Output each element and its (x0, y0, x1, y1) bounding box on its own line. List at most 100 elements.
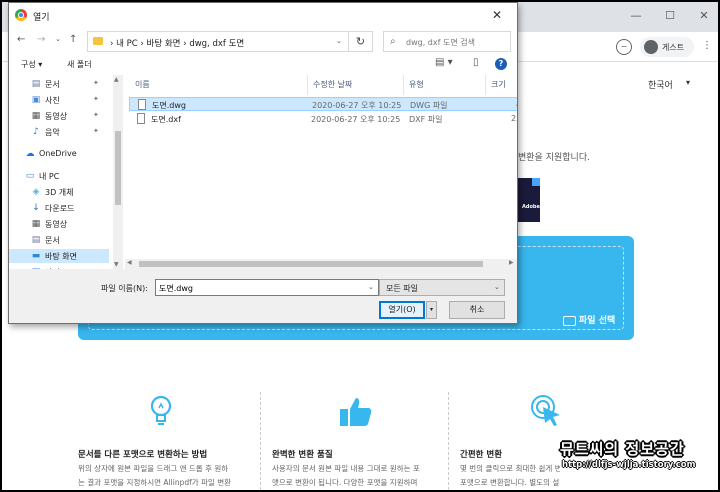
3d-objects-icon: ◈ (32, 187, 40, 197)
sidebar-item-onedrive[interactable]: ☁ OneDrive (9, 147, 109, 161)
ad-close-icon[interactable] (532, 178, 540, 186)
zoom-icon[interactable]: − (616, 39, 632, 55)
filetype-value: 모든 파일 (386, 284, 418, 293)
feature-text: 사용자의 문서 원본 파일 내용 그대로 원하는 포 (272, 464, 420, 473)
dialog-close-button[interactable]: ✕ (489, 7, 505, 23)
chevron-down-icon[interactable]: ⌄ (368, 283, 374, 291)
preview-pane-button[interactable]: ▯ (473, 57, 479, 68)
address-dropdown-icon[interactable]: ⌄ (336, 37, 342, 45)
ad-banner[interactable]: Adobe (518, 178, 540, 222)
sidebar-item-pictures[interactable]: ▣ 사진 ✦ (9, 93, 109, 107)
cancel-button[interactable]: 취소 (449, 301, 505, 319)
sidebar-item-documents[interactable]: ▤ 문서 ✦ (9, 77, 109, 91)
breadcrumb-sep: › (183, 39, 187, 49)
pin-icon: ✦ (93, 127, 99, 135)
open-options-button[interactable]: ▾ (426, 301, 437, 319)
document-icon: ▤ (31, 235, 41, 245)
column-header-name[interactable]: 이름 (135, 79, 150, 90)
search-input[interactable] (406, 35, 506, 49)
folder-icon (563, 315, 576, 326)
filename-input[interactable] (159, 282, 359, 294)
close-button[interactable]: ✕ (696, 8, 712, 24)
sidebar-item-videos[interactable]: ▦ 동영상 (9, 217, 109, 231)
watermark-title: 뮤트씨의 정보공간 (560, 440, 685, 458)
file-row[interactable]: 도면.dwg 2020-06-27 오후 10:25 DWG 파일 47 (129, 97, 517, 111)
pin-icon: ✦ (93, 95, 99, 103)
sidebar-item-label: 바탕 화면 (45, 252, 77, 261)
file-icon (138, 99, 146, 110)
video-icon: ▦ (31, 219, 41, 229)
avatar (644, 40, 658, 54)
scroll-left-icon[interactable]: ◀ (127, 259, 132, 266)
back-button[interactable]: ← (17, 34, 25, 45)
column-divider[interactable] (307, 75, 308, 95)
sidebar-item-desktop[interactable]: ▬ 바탕 화면 (9, 249, 109, 263)
file-row[interactable]: 도면.dxf 2020-06-27 오후 10:25 DXF 파일 231 (129, 112, 517, 126)
scroll-down-icon[interactable]: ▼ (114, 261, 119, 268)
column-header-date[interactable]: 수정한 날짜 (313, 79, 352, 90)
file-icon (137, 113, 145, 124)
sidebar-item-label: 음악 (45, 128, 60, 137)
navigation-pane[interactable]: ▤ 문서 ✦ ▣ 사진 ✦ ▦ 동영상 ✦ ♪ 음악 ✦ ☁ OneDrive … (9, 75, 113, 269)
breadcrumb-item[interactable]: 바탕 화면 (147, 39, 181, 49)
filename-combobox[interactable]: ⌄ (155, 279, 379, 296)
scroll-thumb[interactable] (115, 131, 121, 205)
feature-text: 포맷으로 변환합니다. 별도의 설정이 필요 없이 (460, 478, 560, 487)
search-box[interactable]: ⌕ (383, 31, 511, 52)
file-select-button[interactable]: 파일 선택 (563, 313, 615, 326)
sidebar-item-label: 동영상 (45, 220, 68, 229)
open-file-dialog: 열기 ✕ ← → ⌄ ↑ › 내 PC › 바탕 화면 › dwg, dxf 도… (8, 2, 518, 324)
column-header-size[interactable]: 크기 (491, 79, 506, 90)
sidebar-item-label: 3D 개체 (45, 188, 74, 197)
address-bar[interactable]: › 내 PC › 바탕 화면 › dwg, dxf 도면 ⌄ (87, 31, 349, 52)
scroll-right-icon[interactable]: ▶ (509, 259, 514, 266)
pc-icon: ▭ (25, 171, 35, 181)
list-horizontal-scrollbar[interactable]: ◀ ▶ (125, 259, 517, 269)
refresh-button[interactable]: ↻ (349, 31, 373, 52)
sidebar-item-documents[interactable]: ▤ 문서 (9, 233, 109, 247)
column-header-type[interactable]: 유형 (409, 79, 424, 90)
file-size: 231 (511, 114, 517, 123)
file-list[interactable]: ^ 이름 수정한 날짜 유형 크기 도면.dwg 2020-06-27 오후 1… (125, 75, 517, 269)
chevron-down-icon: ▾ (686, 78, 691, 87)
view-options-button[interactable]: ▤ ▾ (435, 57, 453, 68)
open-button[interactable]: 열기(O) (379, 301, 425, 319)
dialog-title: 열기 (33, 13, 50, 23)
sidebar-item-videos[interactable]: ▦ 동영상 ✦ (9, 109, 109, 123)
onedrive-icon: ☁ (25, 149, 35, 159)
breadcrumb-item[interactable]: 내 PC (116, 39, 138, 49)
maximize-button[interactable]: ☐ (662, 8, 678, 24)
pin-icon: ✦ (93, 111, 99, 119)
scroll-thumb[interactable] (139, 261, 483, 267)
recent-dropdown[interactable]: ⌄ (55, 35, 61, 43)
thumbs-up-icon (340, 398, 372, 426)
menu-icon[interactable]: ⋮ (702, 40, 712, 51)
nav-scrollbar[interactable]: ▲ ▼ (113, 75, 123, 269)
forward-button[interactable]: → (37, 34, 45, 45)
language-selector[interactable]: 한국어 (648, 78, 673, 91)
sidebar-item-music[interactable]: ♪ 음악 ✦ (9, 125, 109, 139)
new-folder-button[interactable]: 새 폴더 (67, 59, 92, 70)
help-icon[interactable]: ? (495, 58, 507, 70)
guest-profile-button[interactable]: 게스트 (640, 37, 694, 57)
sidebar-item-3d-objects[interactable]: ◈ 3D 개체 (9, 185, 109, 199)
organize-button[interactable]: 구성 ▾ (21, 59, 42, 70)
column-divider[interactable] (403, 75, 404, 95)
sidebar-item-this-pc[interactable]: ▭ 내 PC (9, 169, 109, 183)
lightbulb-icon (150, 395, 172, 425)
scroll-up-icon[interactable]: ▲ (114, 76, 119, 83)
file-select-label: 파일 선택 (579, 316, 616, 326)
filename-label: 파일 이름(N): (101, 284, 148, 293)
dialog-footer: 파일 이름(N): ⌄ 모든 파일 ⌄ 열기(O) ▾ 취소 (9, 269, 517, 323)
breadcrumb-item[interactable]: dwg, dxf 도면 (189, 39, 244, 49)
watermark-url: http://dlfjs-wjlja.tistory.com (562, 460, 696, 470)
filetype-select[interactable]: 모든 파일 ⌄ (379, 279, 505, 296)
minimize-button[interactable]: — (628, 8, 644, 24)
feature-text: 몇 번의 클릭으로 최대한 쉽게 변환할 수 있습니다. (460, 464, 560, 473)
sidebar-item-downloads[interactable]: ↓ 다운로드 (9, 201, 109, 215)
chevron-down-icon: ⌄ (494, 283, 500, 291)
ad-label: Adobe (522, 204, 540, 210)
dialog-titlebar: 열기 ✕ (9, 3, 517, 29)
column-divider[interactable] (485, 75, 486, 95)
up-button[interactable]: ↑ (69, 34, 77, 45)
